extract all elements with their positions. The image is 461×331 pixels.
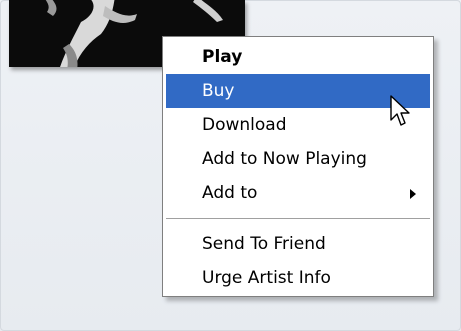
menu-item-add-to-now-playing[interactable]: Add to Now Playing [166, 142, 430, 176]
menu-item-label: Send To Friend [202, 234, 326, 254]
menu-item-label: Urge Artist Info [202, 268, 331, 288]
menu-separator [166, 218, 430, 220]
menu-item-label: Add to [202, 183, 258, 203]
menu-item-label: Download [202, 115, 287, 135]
chevron-right-icon [410, 189, 416, 199]
menu-item-play[interactable]: Play [166, 40, 430, 74]
menu-item-label: Play [202, 47, 243, 67]
menu-item-label: Add to Now Playing [202, 149, 367, 169]
menu-item-label: Buy [202, 81, 235, 101]
menu-item-add-to[interactable]: Add to [166, 176, 430, 210]
context-menu: Play Buy Download Add to Now Playing Add… [162, 36, 434, 297]
mouse-cursor-icon [390, 95, 410, 126]
menu-item-urge-artist-info[interactable]: Urge Artist Info [166, 261, 430, 295]
menu-item-send-to-friend[interactable]: Send To Friend [166, 227, 430, 261]
